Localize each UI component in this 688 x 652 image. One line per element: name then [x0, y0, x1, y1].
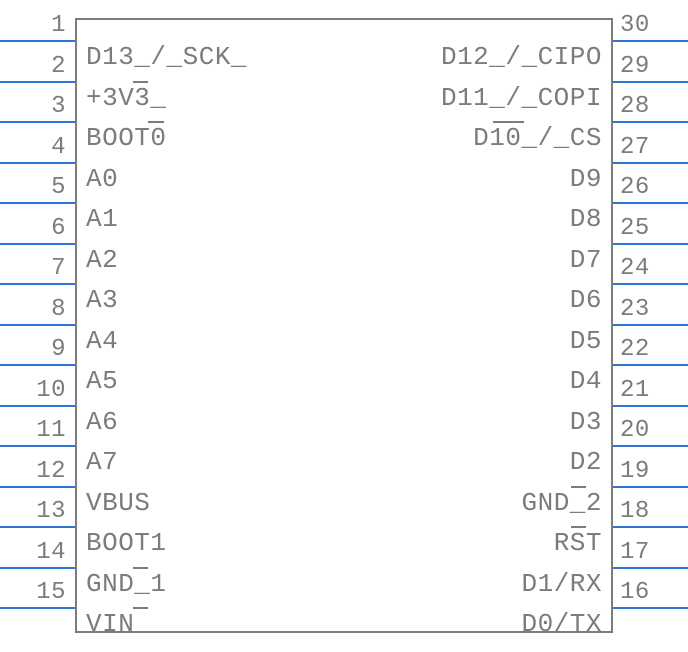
pin-label-9: A5 — [86, 366, 118, 396]
pin-number-15: 15 — [6, 579, 66, 606]
pin-label-14: GND_1 — [86, 569, 167, 599]
pin-lead-16 — [613, 607, 688, 609]
pin-lead-7 — [0, 283, 75, 285]
pin-lead-21 — [613, 405, 688, 407]
pin-label-17: D1/RX — [521, 569, 602, 599]
pin-label-26: D8 — [570, 204, 602, 234]
overbar — [571, 486, 587, 488]
pin-lead-4 — [0, 162, 75, 164]
pin-number-18: 18 — [620, 498, 650, 525]
pin-lead-2 — [0, 81, 75, 83]
pin-number-17: 17 — [620, 539, 650, 566]
overbar — [493, 121, 524, 123]
pin-label-24: D6 — [570, 285, 602, 315]
pin-number-8: 8 — [6, 296, 66, 323]
pin-number-25: 25 — [620, 215, 650, 242]
pin-number-22: 22 — [620, 336, 650, 363]
pin-lead-28 — [613, 121, 688, 123]
pin-label-4: A0 — [86, 164, 118, 194]
pin-number-27: 27 — [620, 134, 650, 161]
pin-lead-20 — [613, 445, 688, 447]
pin-lead-12 — [0, 486, 75, 488]
pin-number-16: 16 — [620, 579, 650, 606]
pin-label-15: VIN — [86, 609, 134, 639]
pin-label-12: VBUS — [86, 488, 150, 518]
pin-number-3: 3 — [6, 93, 66, 120]
pin-label-20: D2 — [570, 447, 602, 477]
overbar — [133, 567, 149, 569]
pin-label-21: D3 — [570, 407, 602, 437]
pin-label-25: D7 — [570, 245, 602, 275]
pin-label-18: RST — [554, 528, 602, 558]
pin-lead-8 — [0, 324, 75, 326]
pin-label-7: A3 — [86, 285, 118, 315]
overbar — [133, 81, 149, 83]
pin-label-27: D9 — [570, 164, 602, 194]
pin-lead-5 — [0, 202, 75, 204]
pin-number-21: 21 — [620, 377, 650, 404]
pin-number-4: 4 — [6, 134, 66, 161]
pin-lead-13 — [0, 526, 75, 528]
pin-number-20: 20 — [620, 417, 650, 444]
pin-lead-29 — [613, 81, 688, 83]
pin-lead-18 — [613, 526, 688, 528]
pin-number-19: 19 — [620, 458, 650, 485]
pin-number-14: 14 — [6, 539, 66, 566]
pin-number-29: 29 — [620, 53, 650, 80]
pin-number-30: 30 — [620, 12, 650, 39]
pin-lead-26 — [613, 202, 688, 204]
pin-lead-14 — [0, 567, 75, 569]
pin-number-10: 10 — [6, 377, 66, 404]
pin-label-30: D12_/_CIPO — [441, 42, 602, 72]
pin-label-2: +3V3_ — [86, 83, 167, 113]
pin-label-8: A4 — [86, 326, 118, 356]
pin-number-1: 1 — [6, 12, 66, 39]
pin-lead-24 — [613, 283, 688, 285]
pin-number-12: 12 — [6, 458, 66, 485]
pin-label-16: D0/TX — [521, 609, 602, 639]
pin-label-29: D11_/_COPI — [441, 83, 602, 113]
pin-number-5: 5 — [6, 174, 66, 201]
pin-label-19: GND_2 — [521, 488, 602, 518]
pin-number-23: 23 — [620, 296, 650, 323]
overbar — [571, 526, 587, 528]
pin-lead-25 — [613, 243, 688, 245]
pin-lead-11 — [0, 445, 75, 447]
pin-lead-30 — [613, 40, 688, 42]
overbar — [133, 607, 149, 609]
pin-label-11: A7 — [86, 447, 118, 477]
pin-lead-22 — [613, 364, 688, 366]
pin-lead-3 — [0, 121, 75, 123]
pin-number-26: 26 — [620, 174, 650, 201]
pin-number-9: 9 — [6, 336, 66, 363]
pin-label-28: D10_/_CS — [473, 123, 602, 153]
pin-label-3: BOOT0 — [86, 123, 167, 153]
pin-label-22: D4 — [570, 366, 602, 396]
pin-number-24: 24 — [620, 255, 650, 282]
pin-number-13: 13 — [6, 498, 66, 525]
pin-lead-10 — [0, 405, 75, 407]
pin-lead-23 — [613, 324, 688, 326]
pin-lead-15 — [0, 607, 75, 609]
pin-label-13: BOOT1 — [86, 528, 167, 558]
pin-lead-1 — [0, 40, 75, 42]
pin-label-6: A2 — [86, 245, 118, 275]
pin-label-23: D5 — [570, 326, 602, 356]
pin-lead-9 — [0, 364, 75, 366]
pin-number-2: 2 — [6, 53, 66, 80]
pin-number-28: 28 — [620, 93, 650, 120]
pin-lead-19 — [613, 486, 688, 488]
pin-number-7: 7 — [6, 255, 66, 282]
pin-lead-17 — [613, 567, 688, 569]
pin-lead-6 — [0, 243, 75, 245]
pin-label-10: A6 — [86, 407, 118, 437]
pin-number-11: 11 — [6, 417, 66, 444]
pin-lead-27 — [613, 162, 688, 164]
overbar — [148, 121, 164, 123]
pin-number-6: 6 — [6, 215, 66, 242]
pin-label-5: A1 — [86, 204, 118, 234]
pin-label-1: D13_/_SCK_ — [86, 42, 247, 72]
